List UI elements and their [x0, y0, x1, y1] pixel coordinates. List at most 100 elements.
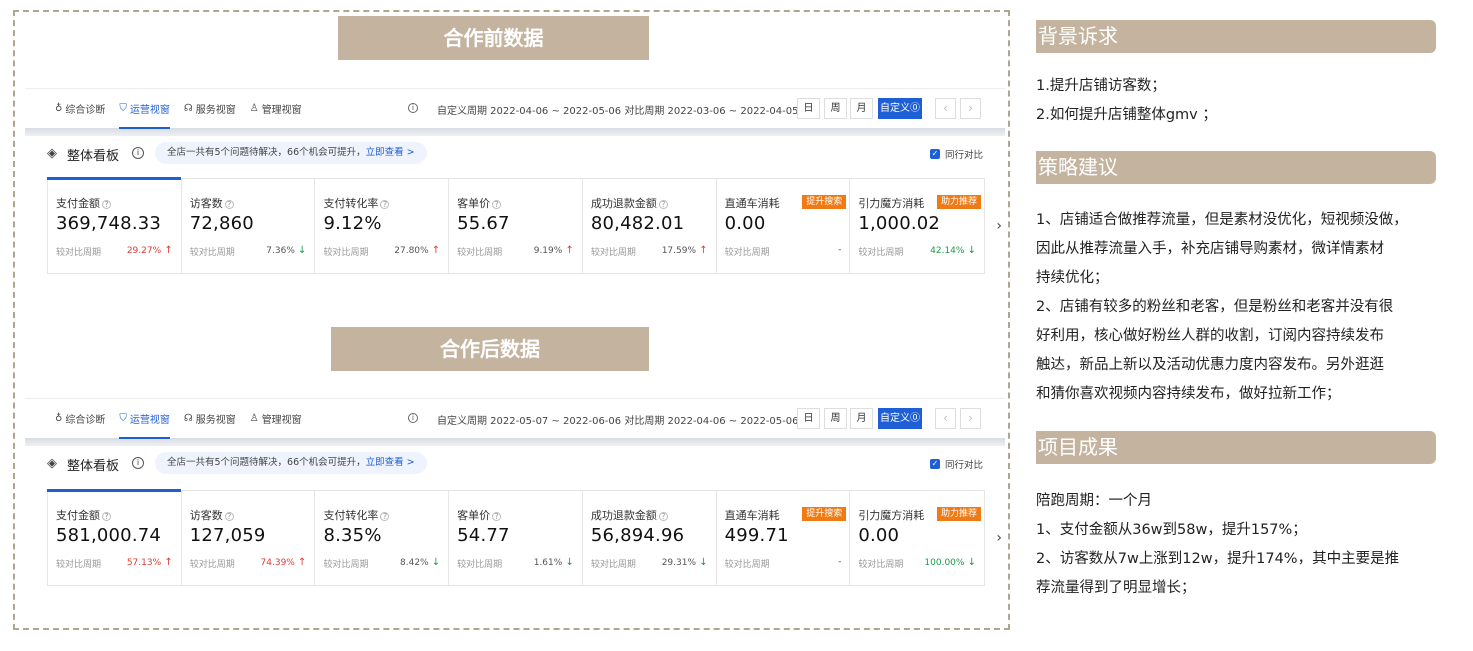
- metric-label: 客单价?: [457, 507, 502, 523]
- metric-card[interactable]: 直通车消耗 提升搜索 499.71 较对比周期 -: [717, 491, 851, 585]
- change-value: -: [838, 557, 842, 567]
- promo-tag[interactable]: 助力推荐: [937, 195, 982, 209]
- week-button[interactable]: 周: [824, 408, 847, 429]
- change-percent: 17.59% ↑: [662, 245, 708, 256]
- checkbox-checked-icon[interactable]: ✓: [929, 459, 940, 469]
- metrics-row: 支付金额? 369,748.33 较对比周期 29.27% ↑ 访客数? 72,860 较对…: [47, 177, 985, 274]
- info-icon[interactable]: i: [132, 457, 144, 469]
- change-value: 1.61%: [533, 558, 563, 568]
- week-button[interactable]: 周: [824, 98, 847, 119]
- layers-icon: ◈: [47, 146, 57, 161]
- month-button[interactable]: 月: [850, 408, 873, 429]
- metric-label-text: 成功退款金额: [590, 509, 657, 522]
- tab-label: 服务视窗: [195, 105, 236, 116]
- strategy-line: 触达，新品上新以及活动优惠力度内容发布。另外逛逛: [1036, 357, 1384, 373]
- tab-label: 综合诊断: [65, 105, 106, 116]
- promo-tag[interactable]: 提升搜索: [802, 195, 847, 209]
- info-icon[interactable]: i: [132, 147, 144, 159]
- tab-label: 管理视窗: [261, 415, 302, 426]
- arrow-up-icon: ↑: [696, 245, 708, 256]
- tab-management[interactable]: ♙ 管理视窗: [250, 89, 302, 129]
- change-percent: 57.13% ↑: [127, 557, 173, 568]
- metric-label-text: 引力魔方消耗: [858, 197, 925, 210]
- tab-operation[interactable]: ⛉ 运营视窗: [119, 399, 170, 439]
- metric-card[interactable]: 直通车消耗 提升搜索 0.00 较对比周期 -: [717, 179, 851, 273]
- before-banner: 合作前数据: [338, 16, 649, 60]
- help-icon[interactable]: ?: [658, 511, 668, 521]
- metric-card[interactable]: 成功退款金额? 80,482.01 较对比周期 17.59% ↑: [583, 179, 717, 273]
- custom-period-button[interactable]: 自定义⓪: [878, 98, 922, 119]
- metric-card[interactable]: 客单价? 55.67 较对比周期 9.19% ↑: [449, 179, 583, 273]
- metric-label: 支付转化率?: [323, 195, 390, 211]
- compare-label: 较对比周期: [56, 248, 102, 258]
- tab-service[interactable]: ☊ 服务视窗: [184, 89, 236, 129]
- notice-pill[interactable]: 全店一共有5个问题待解决，66个机会可提升，立即查看 >: [155, 452, 427, 474]
- tab-operation[interactable]: ⛉ 运营视窗: [119, 89, 170, 129]
- tab-service[interactable]: ☊ 服务视窗: [184, 399, 236, 439]
- metric-card[interactable]: 成功退款金额? 56,894.96 较对比周期 29.31% ↓: [583, 491, 717, 585]
- custom-period-button[interactable]: 自定义⓪: [878, 408, 922, 429]
- help-icon[interactable]: ?: [492, 199, 502, 209]
- metric-label: 访客数?: [190, 507, 234, 523]
- promo-tag[interactable]: 提升搜索: [802, 507, 847, 521]
- info-icon[interactable]: i: [408, 413, 418, 423]
- next-metrics-arrow[interactable]: ›: [996, 218, 1002, 234]
- metric-card[interactable]: 引力魔方消耗 助力推荐 0.00 较对比周期 100.00% ↓: [850, 491, 984, 585]
- board-header: ◈ 整体看板 i 全店一共有5个问题待解决，66个机会可提升，立即查看 > ✓ 同行对比: [25, 446, 1005, 480]
- help-icon[interactable]: ?: [102, 199, 111, 209]
- help-icon[interactable]: ?: [380, 511, 390, 521]
- prev-period-button[interactable]: ‹: [935, 98, 956, 119]
- board-header: ◈ 整体看板 i 全店一共有5个问题待解决，66个机会可提升，立即查看 > ✓ 同行对比: [25, 136, 1005, 170]
- metric-card[interactable]: 支付转化率? 8.35% 较对比周期 8.42% ↓: [315, 491, 450, 585]
- metric-card[interactable]: 访客数? 127,059 较对比周期 74.39% ↑: [182, 491, 316, 585]
- metric-card[interactable]: 访客数? 72,860 较对比周期 7.36% ↓: [182, 179, 316, 273]
- metric-card[interactable]: 客单价? 54.77 较对比周期 1.61% ↓: [449, 491, 583, 585]
- manage-icon: ♙: [249, 103, 259, 114]
- compare-label: 较对比周期: [189, 560, 235, 570]
- help-icon[interactable]: ?: [658, 199, 668, 209]
- month-button[interactable]: 月: [850, 98, 873, 119]
- info-icon[interactable]: i: [408, 103, 418, 113]
- checkbox-checked-icon[interactable]: ✓: [929, 149, 940, 159]
- view-now-link[interactable]: 立即查看 >: [366, 457, 415, 468]
- next-period-button[interactable]: ›: [960, 408, 981, 429]
- metric-value: 127,059: [189, 525, 266, 546]
- promo-tag[interactable]: 助力推荐: [937, 507, 982, 521]
- tab-diagnosis[interactable]: ♁ 综合诊断: [55, 399, 105, 439]
- view-now-link[interactable]: 立即查看 >: [366, 147, 415, 158]
- help-icon[interactable]: ?: [492, 511, 502, 521]
- change-value: 7.36%: [266, 246, 295, 256]
- metric-label: 直通车消耗: [725, 507, 780, 523]
- next-metrics-arrow[interactable]: ›: [996, 530, 1002, 546]
- help-icon[interactable]: ?: [380, 199, 390, 209]
- metric-card[interactable]: 支付转化率? 9.12% 较对比周期 27.80% ↑: [315, 179, 450, 273]
- tab-management[interactable]: ♙ 管理视窗: [250, 399, 302, 439]
- tab-diagnosis[interactable]: ♁ 综合诊断: [55, 89, 105, 129]
- peer-compare-toggle[interactable]: ✓ 同行对比: [929, 457, 983, 471]
- metric-card[interactable]: 引力魔方消耗 助力推荐 1,000.02 较对比周期 42.14% ↓: [850, 179, 984, 273]
- board-title: 整体看板: [67, 459, 120, 474]
- view-tabs-bar: ♁ 综合诊断 ⛉ 运营视窗 ☊ 服务视窗 ♙ 管理视窗 i 自定义周期 2022-05-07 ~ …: [25, 398, 1005, 439]
- help-icon[interactable]: ?: [224, 199, 234, 209]
- metric-card[interactable]: 支付金额? 369,748.33 较对比周期 29.27% ↑: [47, 177, 182, 273]
- peer-label: 同行对比: [944, 150, 983, 161]
- prev-period-button[interactable]: ‹: [935, 408, 956, 429]
- peer-compare-toggle[interactable]: ✓ 同行对比: [929, 147, 983, 161]
- metric-label: 成功退款金额?: [591, 507, 668, 523]
- help-icon[interactable]: ?: [102, 511, 111, 521]
- result-text: 陪跑周期：一个月 1、支付金额从36w到58w，提升157%； 2、访客数从7w…: [1036, 487, 1446, 603]
- change-value: -: [838, 245, 842, 255]
- day-button[interactable]: 日: [797, 98, 820, 119]
- metric-label: 成功退款金额?: [591, 195, 668, 211]
- help-icon[interactable]: ?: [224, 511, 234, 521]
- result-line: 荐流量得到了明显增长；: [1036, 580, 1196, 596]
- shield-icon: ⛉: [119, 413, 127, 424]
- metric-label: 支付金额?: [56, 507, 111, 523]
- dashboard-panel-before: ♁ 综合诊断 ⛉ 运营视窗 ☊ 服务视窗 ♙ 管理视窗 i 自定义周期 2022-04-06 ~ …: [25, 88, 1005, 288]
- metric-label-text: 访客数: [189, 509, 223, 522]
- result-line: 陪跑周期：一个月: [1036, 493, 1152, 509]
- next-period-button[interactable]: ›: [960, 98, 981, 119]
- notice-pill[interactable]: 全店一共有5个问题待解决，66个机会可提升，立即查看 >: [155, 142, 427, 164]
- metric-card[interactable]: 支付金额? 581,000.74 较对比周期 57.13% ↑: [47, 489, 182, 585]
- day-button[interactable]: 日: [797, 408, 820, 429]
